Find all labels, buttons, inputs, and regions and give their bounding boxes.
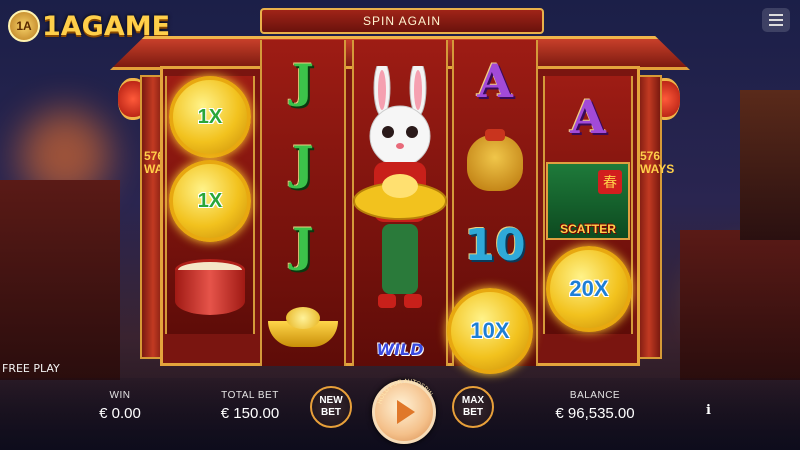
reel-cell: 春 SCATTER <box>545 160 631 242</box>
symbol-ten: 10 <box>464 219 526 271</box>
wild-label: WILD <box>376 340 424 359</box>
balance-value: € 96,535.00 <box>555 405 635 422</box>
svg-text:HOLD FOR AUTOSPIN: HOLD FOR AUTOSPIN <box>377 379 433 405</box>
ways-label-left: 576 WAYS <box>144 149 178 176</box>
spring-seal-icon: 春 <box>598 170 622 194</box>
info-icon[interactable]: i <box>706 403 711 418</box>
balance-label: BALANCE <box>569 390 621 401</box>
win-label: WIN <box>109 390 131 401</box>
background-building <box>740 90 800 240</box>
reel-cell: 1X <box>167 160 253 242</box>
new-bet-button[interactable]: NEW BET <box>310 386 352 428</box>
menu-icon <box>769 24 783 26</box>
scatter-symbol: 春 SCATTER <box>546 162 630 240</box>
multiplier-coin: 1X <box>169 160 251 242</box>
reel-cell: J <box>262 40 344 122</box>
scatter-label: SCATTER <box>560 222 616 236</box>
symbol-j: J <box>292 218 314 272</box>
hold-for-autospin-text: HOLD FOR AUTOSPIN <box>377 379 433 405</box>
multiplier-coin: 10X <box>447 288 533 374</box>
total-bet-label: TOTAL BET <box>221 390 279 401</box>
reel-cell: A <box>454 40 536 122</box>
reel-cell <box>454 122 536 204</box>
max-bet-button[interactable]: MAX BET <box>452 386 494 428</box>
reel-cell: A <box>545 76 631 158</box>
reel-cell <box>262 286 344 368</box>
menu-icon <box>769 19 783 21</box>
reel-cell: J <box>262 122 344 204</box>
reel-cell: 10 <box>454 204 536 286</box>
total-bet-value: € 150.00 <box>220 405 280 422</box>
multiplier-coin: 1X <box>169 76 251 158</box>
total-bet-display: TOTAL BET € 150.00 <box>205 390 295 422</box>
reel-cell <box>167 248 253 330</box>
wild-rabbit-icon <box>353 66 447 308</box>
symbol-a: A <box>477 54 513 108</box>
menu-icon <box>769 14 783 16</box>
symbol-j: J <box>292 136 314 190</box>
win-display: WIN € 0.00 <box>80 390 160 422</box>
reel-cell: 1X <box>167 76 253 158</box>
background-building <box>0 180 120 380</box>
logo-badge: 1A <box>8 10 40 42</box>
multiplier-coin: 20X <box>546 246 632 332</box>
ways-label-right: 576 WAYS <box>640 149 674 176</box>
symbol-a: A <box>570 90 606 144</box>
reel-2: J J J <box>260 40 346 366</box>
symbol-j: J <box>292 54 314 108</box>
win-value: € 0.00 <box>99 405 141 422</box>
drum-icon <box>175 259 245 319</box>
balance-display: BALANCE € 96,535.00 <box>535 390 655 422</box>
reel-cell: J <box>262 204 344 286</box>
free-play-label: FREE PLAY <box>2 362 60 375</box>
gold-ingot-icon <box>268 307 338 347</box>
background-building <box>680 230 800 380</box>
money-bag-icon <box>467 129 523 191</box>
spin-again-banner: SPIN AGAIN <box>260 8 544 34</box>
reel-1: 1X 1X <box>165 76 255 334</box>
menu-button[interactable] <box>762 8 790 32</box>
